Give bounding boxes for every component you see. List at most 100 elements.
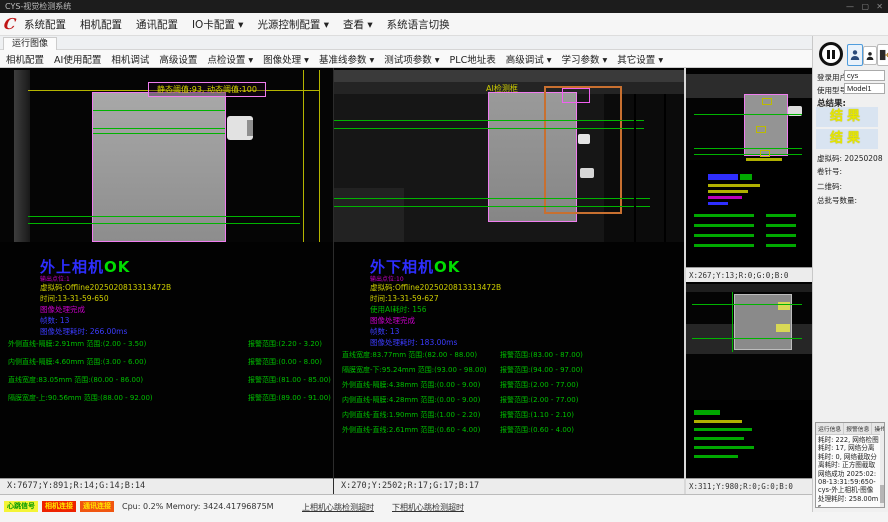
ai-time: 使用AI耗时: 156 xyxy=(370,304,427,315)
user-icon xyxy=(850,49,860,61)
pause-button[interactable] xyxy=(819,42,843,66)
scrollbar-thumb[interactable] xyxy=(880,485,884,503)
camera-view-left[interactable]: 静态阈值:93, 动态阈值:100 外上相机OK 输出点位:1 虚拟码:Offl… xyxy=(0,68,333,494)
thumb-top-coords: X:267;Y:13;R:0;G:0;B:0 xyxy=(686,267,812,282)
img-shape xyxy=(760,150,770,157)
measure-line xyxy=(93,128,225,129)
process-time: 图像处理耗时: 266.00ms xyxy=(40,326,127,337)
login-user-input[interactable] xyxy=(844,70,885,81)
tool-learning-params[interactable]: 学习参数 ▾ xyxy=(562,52,608,66)
camera-left-image[interactable]: 静态阈值:93, 动态阈值:100 xyxy=(0,70,333,242)
menu-system-config[interactable]: 系统配置 xyxy=(24,17,66,32)
title-bar: CYS-视觉检测系统 — ▢ ✕ xyxy=(0,0,888,13)
threshold-overlay-label: 静态阈值:93, 动态阈值:100 xyxy=(148,82,266,97)
capture-time: 时间:13-31-59-650 xyxy=(40,293,109,304)
tool-other-settings[interactable]: 其它设置 ▾ xyxy=(617,52,663,66)
measure-line xyxy=(692,304,802,305)
measurement-value: 内侧直线-隔膜:4.28mm 范围:(0.00 - 9.00) xyxy=(342,395,480,405)
operator-button[interactable] xyxy=(863,46,877,65)
thumb-text-placeholder xyxy=(694,214,754,217)
user-login-button[interactable] xyxy=(847,44,863,66)
camera-center-coords: X:270;Y:2502;R:17;G:17;B:17 xyxy=(334,478,684,494)
img-shape xyxy=(334,188,404,242)
thumb-text-placeholder xyxy=(740,174,752,180)
pause-icon xyxy=(832,50,835,59)
img-shape xyxy=(756,126,766,133)
menu-camera-config[interactable]: 相机配置 xyxy=(80,17,122,32)
measure-line xyxy=(319,70,320,242)
thumb-text-placeholder xyxy=(708,184,760,187)
thumb-bottom-coords: X:311;Y:980;R:0;G:0;B:0 xyxy=(686,478,812,494)
menu-language[interactable]: 系统语言切换 xyxy=(387,17,450,32)
thumb-text-placeholder xyxy=(694,437,744,440)
menu-light-config[interactable]: 光源控制配置 ▾ xyxy=(257,17,329,32)
measurement-alarm: 报警范围:(81.00 - 85.00) xyxy=(248,375,331,385)
img-shape xyxy=(578,134,590,144)
img-shape xyxy=(776,324,790,332)
info-scrollbar[interactable] xyxy=(880,431,884,507)
tool-baseline-params[interactable]: 基准线参数 ▾ xyxy=(319,52,374,66)
tool-spotcheck-settings[interactable]: 点检设置 ▾ xyxy=(207,52,253,66)
thumb-text-placeholder xyxy=(766,234,796,237)
measure-line xyxy=(28,223,300,224)
maximize-icon[interactable]: ▢ xyxy=(861,0,869,13)
result-ok: OK xyxy=(104,258,130,276)
roi-sub-box xyxy=(562,88,590,103)
virtual-code: 虚拟码:Offline2025020813313472B xyxy=(40,282,171,293)
thumb-bottom-image[interactable] xyxy=(686,284,812,400)
thumb-text-placeholder xyxy=(766,224,796,227)
measurement-value: 外侧直线-隔膜:4.38mm 范围:(0.00 - 9.00) xyxy=(342,380,480,390)
tool-ai-config[interactable]: AI使用配置 xyxy=(54,52,101,66)
tool-camera-config[interactable]: 相机配置 xyxy=(6,52,44,66)
menu-io-config[interactable]: IO卡配置 ▾ xyxy=(192,17,243,32)
info-log-tabs: 运行信息 报警信息 操作信息 xyxy=(816,423,884,435)
camera-view-center[interactable]: AI检测框 外下相机OK 输出点位:10 虚拟码:Offline20250208… xyxy=(334,68,684,494)
status-bar: 心跳信号 相机连接 通讯连接 Cpu: 0.2% Memory: 3424.41… xyxy=(0,494,888,522)
frame-count: 帧数: 13 xyxy=(370,326,399,337)
tab-run-image[interactable]: 运行图像 xyxy=(3,37,57,51)
menu-view[interactable]: 查看 ▾ xyxy=(343,17,373,32)
model-input[interactable] xyxy=(844,83,885,94)
ai-detect-box xyxy=(544,86,622,214)
tool-test-params[interactable]: 测试项参数 ▾ xyxy=(384,52,439,66)
measurement-value: 直线宽度:83.05mm 范围:(80.00 - 86.00) xyxy=(8,375,143,385)
roi-box xyxy=(92,92,226,242)
measurement-value: 隔膜宽度-下:95.24mm 范围:(93.00 - 98.00) xyxy=(342,365,487,375)
main-area: 静态阈值:93, 动态阈值:100 外上相机OK 输出点位:1 虚拟码:Offl… xyxy=(0,68,812,494)
img-shape xyxy=(580,168,594,178)
measure-line xyxy=(692,338,802,339)
img-shape xyxy=(247,120,253,136)
minimize-icon[interactable]: — xyxy=(846,0,854,13)
exit-button[interactable] xyxy=(877,44,888,66)
tab-alarm-info[interactable]: 报警信息 xyxy=(844,423,872,434)
thumbnail-view-top[interactable]: X:267;Y:13;R:0;G:0;B:0 xyxy=(686,74,812,282)
thumb-top-image[interactable] xyxy=(686,74,812,160)
tab-run-info[interactable]: 运行信息 xyxy=(816,423,844,434)
info-log-text: 耗时: 222, 网络检图耗时: 17, 网络分离耗时: 0, 网络截取分离耗时… xyxy=(816,435,884,508)
menu-comm-config[interactable]: 通讯配置 xyxy=(136,17,178,32)
img-shape xyxy=(762,98,772,105)
cpu-memory-text: Cpu: 0.2% Memory: 3424.41796875M xyxy=(122,502,274,511)
virtual-code-label: 虚拟码: 20250208 xyxy=(817,153,883,164)
thumb-text-placeholder xyxy=(694,446,754,449)
thumbnail-view-bottom[interactable]: X:311;Y:980;R:0;G:0;B:0 xyxy=(686,284,812,494)
measurement-value: 隔膜宽度-上:90.56mm 范围:(88.00 - 92.00) xyxy=(8,393,153,403)
thumb-text-placeholder xyxy=(694,428,752,431)
process-time: 图像处理耗时: 183.00ms xyxy=(370,337,457,348)
thumb-text-placeholder xyxy=(766,244,796,247)
result-box-1: 结果 xyxy=(816,107,878,127)
close-icon[interactable]: ✕ xyxy=(876,0,883,13)
img-shape xyxy=(334,70,684,82)
camera-center-image[interactable]: AI检测框 xyxy=(334,70,684,242)
thumb-text-placeholder xyxy=(708,202,728,205)
tool-camera-debug[interactable]: 相机调试 xyxy=(111,52,149,66)
tool-advanced-settings[interactable]: 高级设置 xyxy=(159,52,197,66)
measure-line xyxy=(303,70,304,242)
thumb-text-placeholder xyxy=(694,244,754,247)
comm-link-badge: 通讯连接 xyxy=(80,501,114,512)
tool-plc-table[interactable]: PLC地址表 xyxy=(450,52,496,66)
result-box-2: 结果 xyxy=(816,129,878,149)
tool-advanced-debug[interactable]: 高级调试 ▾ xyxy=(506,52,552,66)
tool-image-processing[interactable]: 图像处理 ▾ xyxy=(263,52,309,66)
measurement-value: 外侧直线-隔膜:2.91mm 范围:(2.00 - 3.50) xyxy=(8,339,146,349)
